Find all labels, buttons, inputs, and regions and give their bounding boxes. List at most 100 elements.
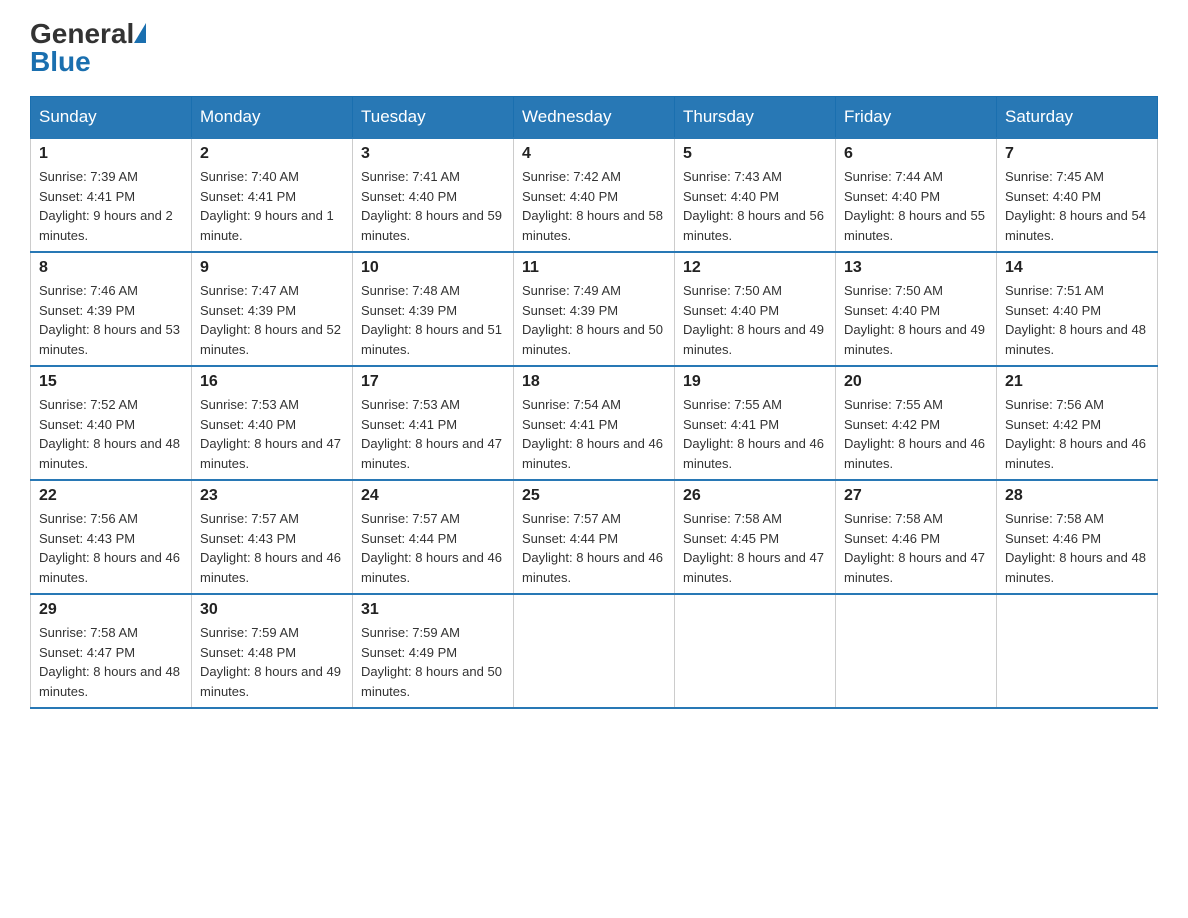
- day-info: Sunrise: 7:55 AMSunset: 4:41 PMDaylight:…: [683, 395, 827, 473]
- calendar-cell: 19 Sunrise: 7:55 AMSunset: 4:41 PMDayligh…: [675, 366, 836, 480]
- calendar-week-row: 29 Sunrise: 7:58 AMSunset: 4:47 PMDayligh…: [31, 594, 1158, 708]
- calendar-cell: [675, 594, 836, 708]
- calendar-cell: 30 Sunrise: 7:59 AMSunset: 4:48 PMDayligh…: [192, 594, 353, 708]
- day-info: Sunrise: 7:41 AMSunset: 4:40 PMDaylight:…: [361, 167, 505, 245]
- calendar-cell: 29 Sunrise: 7:58 AMSunset: 4:47 PMDayligh…: [31, 594, 192, 708]
- day-number: 23: [200, 487, 344, 505]
- calendar-cell: 18 Sunrise: 7:54 AMSunset: 4:41 PMDayligh…: [514, 366, 675, 480]
- logo-blue-text: Blue: [30, 48, 91, 76]
- day-number: 4: [522, 145, 666, 163]
- calendar-cell: 1Sunrise: 7:39 AMSunset: 4:41 PMDaylight…: [31, 138, 192, 252]
- day-info: Sunrise: 7:58 AMSunset: 4:46 PMDaylight:…: [844, 509, 988, 587]
- calendar-cell: 15 Sunrise: 7:52 AMSunset: 4:40 PMDayligh…: [31, 366, 192, 480]
- calendar-cell: 23 Sunrise: 7:57 AMSunset: 4:43 PMDayligh…: [192, 480, 353, 594]
- day-info: Sunrise: 7:57 AMSunset: 4:44 PMDaylight:…: [361, 509, 505, 587]
- calendar-cell: 14 Sunrise: 7:51 AMSunset: 4:40 PMDayligh…: [997, 252, 1158, 366]
- calendar-header-friday: Friday: [836, 97, 997, 139]
- day-number: 25: [522, 487, 666, 505]
- calendar-cell: 9 Sunrise: 7:47 AMSunset: 4:39 PMDaylight…: [192, 252, 353, 366]
- day-number: 20: [844, 373, 988, 391]
- day-info: Sunrise: 7:56 AMSunset: 4:43 PMDaylight:…: [39, 509, 183, 587]
- day-info: Sunrise: 7:49 AMSunset: 4:39 PMDaylight:…: [522, 281, 666, 359]
- day-number: 19: [683, 373, 827, 391]
- calendar-cell: 27 Sunrise: 7:58 AMSunset: 4:46 PMDayligh…: [836, 480, 997, 594]
- day-number: 7: [1005, 145, 1149, 163]
- calendar-header-monday: Monday: [192, 97, 353, 139]
- day-info: Sunrise: 7:59 AMSunset: 4:48 PMDaylight:…: [200, 623, 344, 701]
- calendar-cell: 21 Sunrise: 7:56 AMSunset: 4:42 PMDayligh…: [997, 366, 1158, 480]
- day-number: 11: [522, 259, 666, 277]
- day-number: 29: [39, 601, 183, 619]
- calendar-cell: 13Sunrise: 7:50 AMSunset: 4:40 PMDayligh…: [836, 252, 997, 366]
- calendar-cell: 4 Sunrise: 7:42 AMSunset: 4:40 PMDaylight…: [514, 138, 675, 252]
- calendar-week-row: 22 Sunrise: 7:56 AMSunset: 4:43 PMDayligh…: [31, 480, 1158, 594]
- day-number: 17: [361, 373, 505, 391]
- calendar-header-wednesday: Wednesday: [514, 97, 675, 139]
- day-number: 21: [1005, 373, 1149, 391]
- day-number: 6: [844, 145, 988, 163]
- calendar-cell: 5Sunrise: 7:43 AMSunset: 4:40 PMDaylight…: [675, 138, 836, 252]
- calendar-cell: [836, 594, 997, 708]
- calendar-header-sunday: Sunday: [31, 97, 192, 139]
- day-number: 3: [361, 145, 505, 163]
- calendar-cell: 7 Sunrise: 7:45 AMSunset: 4:40 PMDaylight…: [997, 138, 1158, 252]
- day-info: Sunrise: 7:52 AMSunset: 4:40 PMDaylight:…: [39, 395, 183, 473]
- day-info: Sunrise: 7:54 AMSunset: 4:41 PMDaylight:…: [522, 395, 666, 473]
- day-number: 30: [200, 601, 344, 619]
- calendar-cell: 16 Sunrise: 7:53 AMSunset: 4:40 PMDayligh…: [192, 366, 353, 480]
- day-info: Sunrise: 7:53 AMSunset: 4:41 PMDaylight:…: [361, 395, 505, 473]
- day-number: 2: [200, 145, 344, 163]
- calendar-cell: 11 Sunrise: 7:49 AMSunset: 4:39 PMDayligh…: [514, 252, 675, 366]
- day-info: Sunrise: 7:57 AMSunset: 4:43 PMDaylight:…: [200, 509, 344, 587]
- day-number: 15: [39, 373, 183, 391]
- day-number: 27: [844, 487, 988, 505]
- day-number: 26: [683, 487, 827, 505]
- day-info: Sunrise: 7:50 AMSunset: 4:40 PMDaylight:…: [844, 281, 988, 359]
- calendar-header-saturday: Saturday: [997, 97, 1158, 139]
- calendar-cell: 12 Sunrise: 7:50 AMSunset: 4:40 PMDayligh…: [675, 252, 836, 366]
- calendar-cell: 24 Sunrise: 7:57 AMSunset: 4:44 PMDayligh…: [353, 480, 514, 594]
- day-info: Sunrise: 7:53 AMSunset: 4:40 PMDaylight:…: [200, 395, 344, 473]
- calendar-table: SundayMondayTuesdayWednesdayThursdayFrid…: [30, 96, 1158, 709]
- day-info: Sunrise: 7:58 AMSunset: 4:45 PMDaylight:…: [683, 509, 827, 587]
- day-number: 14: [1005, 259, 1149, 277]
- day-info: Sunrise: 7:45 AMSunset: 4:40 PMDaylight:…: [1005, 167, 1149, 245]
- day-info: Sunrise: 7:56 AMSunset: 4:42 PMDaylight:…: [1005, 395, 1149, 473]
- day-info: Sunrise: 7:51 AMSunset: 4:40 PMDaylight:…: [1005, 281, 1149, 359]
- day-info: Sunrise: 7:57 AMSunset: 4:44 PMDaylight:…: [522, 509, 666, 587]
- day-info: Sunrise: 7:59 AMSunset: 4:49 PMDaylight:…: [361, 623, 505, 701]
- calendar-week-row: 8 Sunrise: 7:46 AMSunset: 4:39 PMDaylight…: [31, 252, 1158, 366]
- calendar-week-row: 1Sunrise: 7:39 AMSunset: 4:41 PMDaylight…: [31, 138, 1158, 252]
- day-number: 28: [1005, 487, 1149, 505]
- day-number: 8: [39, 259, 183, 277]
- calendar-header-row: SundayMondayTuesdayWednesdayThursdayFrid…: [31, 97, 1158, 139]
- day-number: 12: [683, 259, 827, 277]
- day-info: Sunrise: 7:58 AMSunset: 4:47 PMDaylight:…: [39, 623, 183, 701]
- calendar-cell: 25 Sunrise: 7:57 AMSunset: 4:44 PMDayligh…: [514, 480, 675, 594]
- logo-triangle-icon: [134, 23, 146, 43]
- day-info: Sunrise: 7:46 AMSunset: 4:39 PMDaylight:…: [39, 281, 183, 359]
- day-number: 22: [39, 487, 183, 505]
- day-info: Sunrise: 7:47 AMSunset: 4:39 PMDaylight:…: [200, 281, 344, 359]
- page-header: General Blue: [30, 20, 1158, 76]
- logo-general-text: General: [30, 20, 146, 48]
- day-number: 18: [522, 373, 666, 391]
- calendar-cell: 22 Sunrise: 7:56 AMSunset: 4:43 PMDayligh…: [31, 480, 192, 594]
- day-info: Sunrise: 7:55 AMSunset: 4:42 PMDaylight:…: [844, 395, 988, 473]
- day-info: Sunrise: 7:42 AMSunset: 4:40 PMDaylight:…: [522, 167, 666, 245]
- day-number: 9: [200, 259, 344, 277]
- calendar-cell: 8 Sunrise: 7:46 AMSunset: 4:39 PMDaylight…: [31, 252, 192, 366]
- calendar-cell: 20 Sunrise: 7:55 AMSunset: 4:42 PMDayligh…: [836, 366, 997, 480]
- calendar-cell: 6 Sunrise: 7:44 AMSunset: 4:40 PMDaylight…: [836, 138, 997, 252]
- calendar-cell: 17 Sunrise: 7:53 AMSunset: 4:41 PMDayligh…: [353, 366, 514, 480]
- calendar-cell: 31Sunrise: 7:59 AMSunset: 4:49 PMDayligh…: [353, 594, 514, 708]
- day-number: 24: [361, 487, 505, 505]
- calendar-header-thursday: Thursday: [675, 97, 836, 139]
- day-number: 1: [39, 145, 183, 163]
- calendar-cell: 28Sunrise: 7:58 AMSunset: 4:46 PMDayligh…: [997, 480, 1158, 594]
- calendar-cell: 26 Sunrise: 7:58 AMSunset: 4:45 PMDayligh…: [675, 480, 836, 594]
- day-info: Sunrise: 7:50 AMSunset: 4:40 PMDaylight:…: [683, 281, 827, 359]
- day-number: 16: [200, 373, 344, 391]
- day-number: 5: [683, 145, 827, 163]
- day-info: Sunrise: 7:44 AMSunset: 4:40 PMDaylight:…: [844, 167, 988, 245]
